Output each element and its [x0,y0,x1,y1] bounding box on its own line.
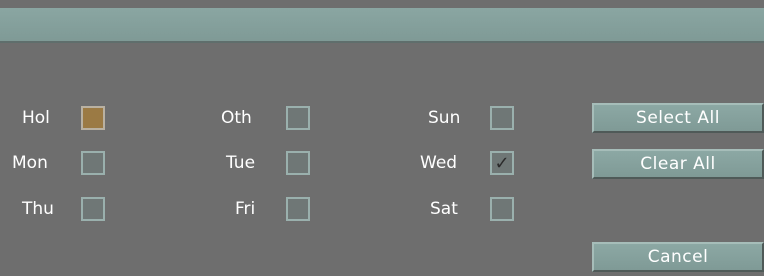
select-all-button[interactable]: Select All [592,103,764,133]
day-label-sat: Sat [430,199,458,219]
checkbox-wed[interactable]: ✓ [490,151,514,175]
cancel-button[interactable]: Cancel [592,242,764,272]
day-label-oth: Oth [221,108,252,128]
checkbox-oth[interactable] [286,106,310,130]
day-label-mon: Mon [12,153,48,173]
title-bar [0,8,764,43]
day-label-wed: Wed [420,153,458,173]
checkbox-fri[interactable] [286,197,310,221]
checkbox-sun[interactable] [490,106,514,130]
checkbox-mon[interactable] [81,151,105,175]
day-selection-dialog: Hol Oth Sun Mon Tue Wed ✓ Thu Fri Sat Se… [0,0,764,276]
checkmark-icon: ✓ [494,153,510,174]
day-label-sun: Sun [428,108,461,128]
day-label-tue: Tue [226,153,256,173]
checkbox-hol[interactable] [81,106,105,130]
checkbox-tue[interactable] [286,151,310,175]
day-label-fri: Fri [235,199,256,219]
checkbox-sat[interactable] [490,197,514,221]
day-label-hol: Hol [22,108,50,128]
checkbox-thu[interactable] [81,197,105,221]
day-label-thu: Thu [22,199,54,219]
clear-all-button[interactable]: Clear All [592,149,764,179]
